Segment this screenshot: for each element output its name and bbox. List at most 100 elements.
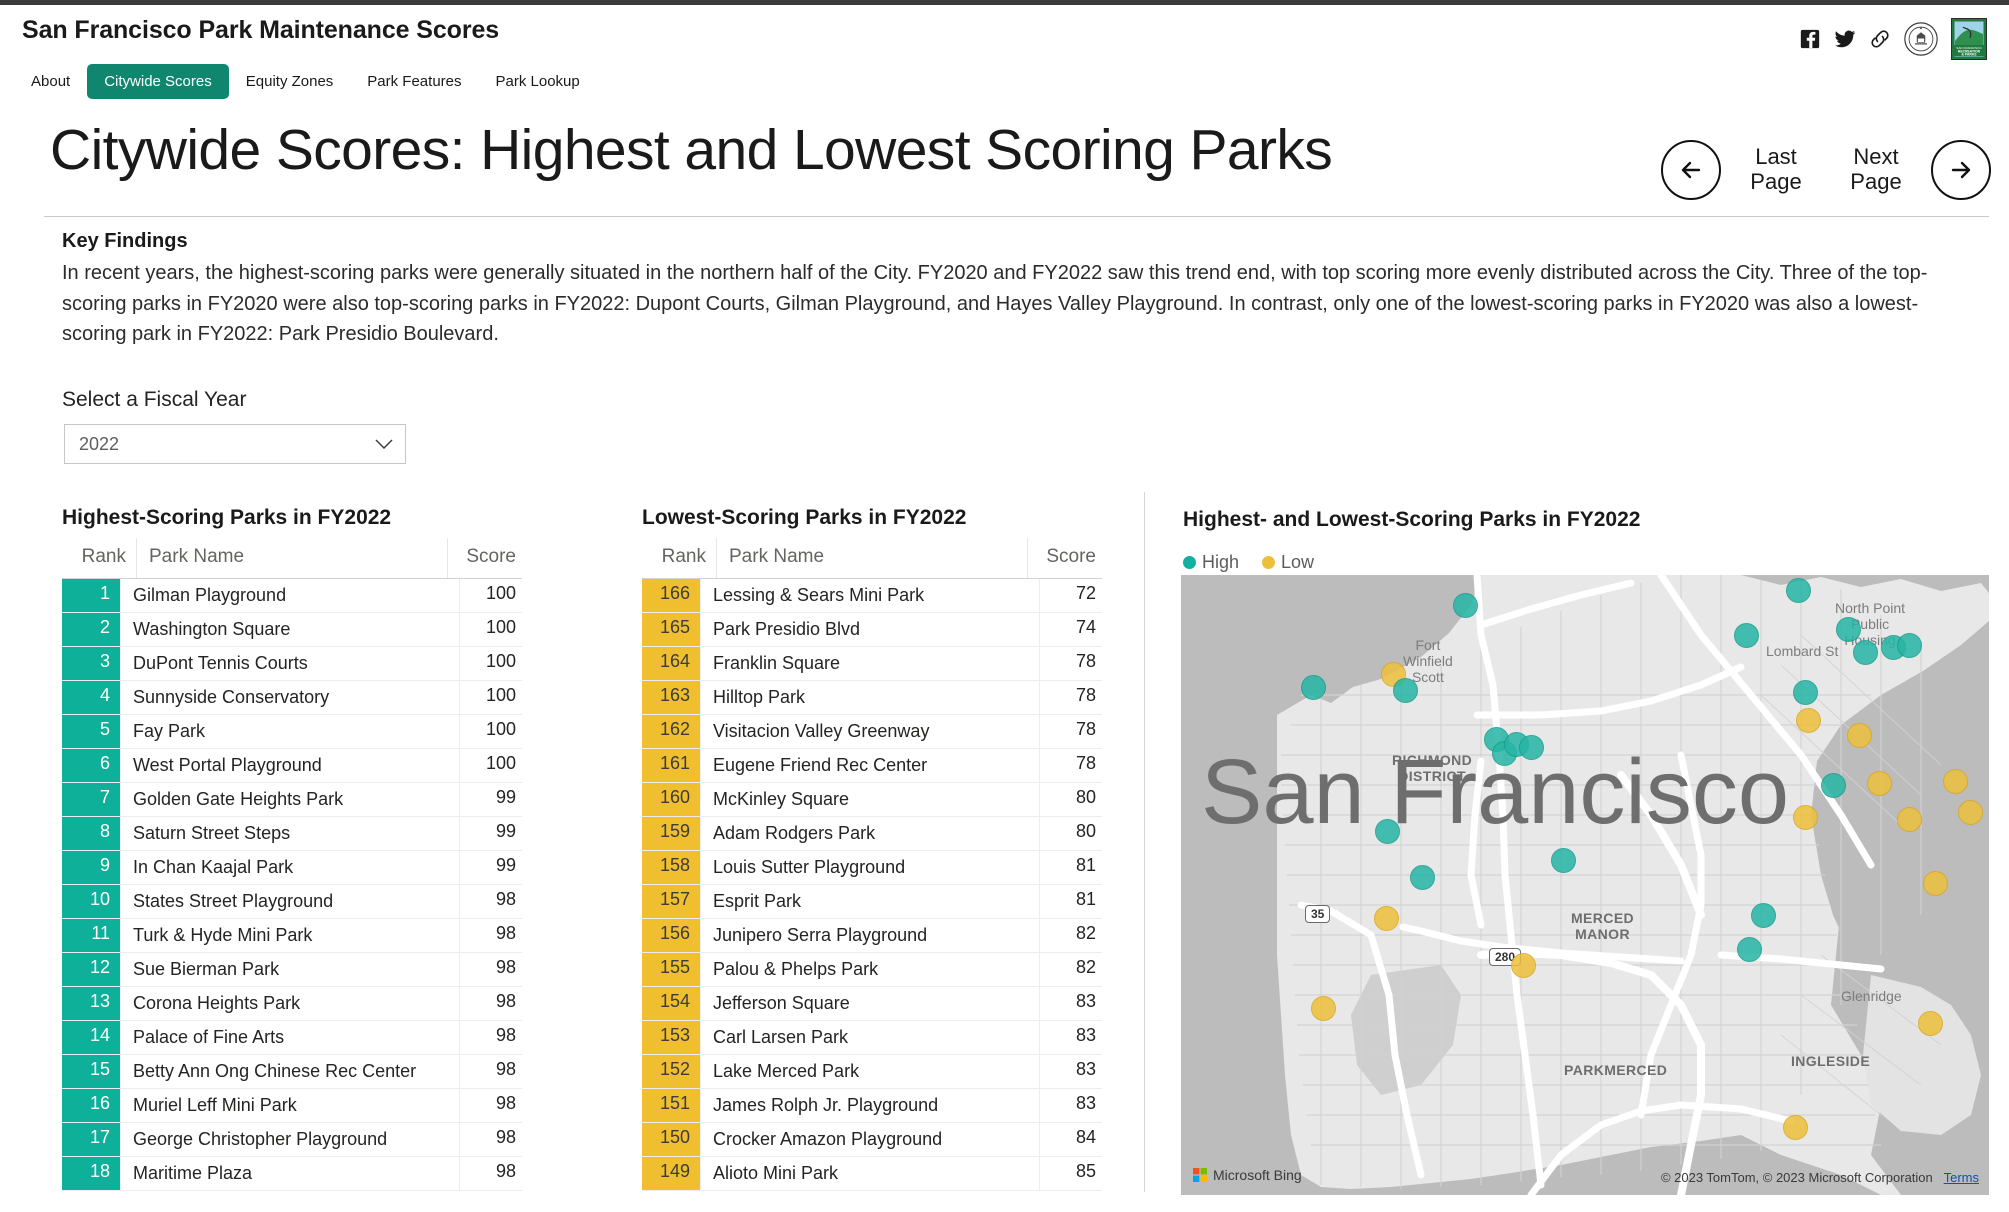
cell-rank: 153 — [642, 1021, 700, 1054]
table-row[interactable]: 7 Golden Gate Heights Park 99 — [62, 783, 522, 817]
map-marker-low[interactable] — [1897, 807, 1922, 832]
table-row[interactable]: 163 Hilltop Park 78 — [642, 681, 1102, 715]
nav-item-citywide-scores[interactable]: Citywide Scores — [87, 64, 229, 99]
map-marker-high[interactable] — [1853, 640, 1878, 665]
nav-item-about[interactable]: About — [14, 64, 87, 99]
map-marker-high[interactable] — [1821, 773, 1846, 798]
column-header-score[interactable]: Score — [1028, 538, 1102, 578]
table-row[interactable]: 4 Sunnyside Conservatory 100 — [62, 681, 522, 715]
legend-label-low[interactable]: Low — [1281, 552, 1314, 573]
table-row[interactable]: 151 James Rolph Jr. Playground 83 — [642, 1089, 1102, 1123]
nav-item-park-lookup[interactable]: Park Lookup — [479, 64, 597, 99]
map-marker-high[interactable] — [1786, 578, 1811, 603]
map-marker-low[interactable] — [1796, 708, 1821, 733]
map-marker-low[interactable] — [1793, 805, 1818, 830]
table-row[interactable]: 12 Sue Bierman Park 98 — [62, 953, 522, 987]
map-terms-link[interactable]: Terms — [1944, 1170, 1979, 1185]
table-row[interactable]: 5 Fay Park 100 — [62, 715, 522, 749]
map-marker-high[interactable] — [1751, 903, 1776, 928]
cell-score: 81 — [1075, 889, 1096, 909]
map-marker-high[interactable] — [1375, 819, 1400, 844]
table-row[interactable]: 155 Palou & Phelps Park 82 — [642, 953, 1102, 987]
map-marker-high[interactable] — [1836, 617, 1861, 642]
table-row[interactable]: 6 West Portal Playground 100 — [62, 749, 522, 783]
table-row[interactable]: 3 DuPont Tennis Courts 100 — [62, 647, 522, 681]
map-marker-high[interactable] — [1793, 680, 1818, 705]
map-marker-low[interactable] — [1943, 769, 1968, 794]
column-header-rank[interactable]: Rank — [642, 538, 717, 578]
column-header-score[interactable]: Score — [448, 538, 522, 578]
fiscal-year-select[interactable]: 2022 — [64, 424, 406, 464]
map-marker-low[interactable] — [1311, 996, 1336, 1021]
table-row[interactable]: 14 Palace of Fine Arts 98 — [62, 1021, 522, 1055]
cell-park-name: Washington Square — [120, 613, 460, 646]
table-row[interactable]: 17 George Christopher Playground 98 — [62, 1123, 522, 1157]
highest-table-title: Highest-Scoring Parks in FY2022 — [62, 506, 392, 529]
twitter-icon[interactable] — [1834, 28, 1856, 50]
map-marker-low[interactable] — [1918, 1011, 1943, 1036]
map-marker-low[interactable] — [1847, 723, 1872, 748]
cell-score: 80 — [1075, 787, 1096, 807]
map-marker-low[interactable] — [1867, 771, 1892, 796]
cell-park-name: In Chan Kaajal Park — [120, 851, 460, 884]
nav-item-park-features[interactable]: Park Features — [350, 64, 478, 99]
facebook-icon[interactable] — [1799, 28, 1821, 50]
column-header-park-name[interactable]: Park Name — [137, 538, 448, 578]
next-page-button[interactable] — [1931, 140, 1991, 200]
table-row[interactable]: 162 Visitacion Valley Greenway 78 — [642, 715, 1102, 749]
map-marker-low[interactable] — [1958, 800, 1983, 825]
cell-park-name: Golden Gate Heights Park — [120, 783, 460, 816]
table-row[interactable]: 157 Esprit Park 81 — [642, 885, 1102, 919]
table-row[interactable]: 164 Franklin Square 78 — [642, 647, 1102, 681]
map-marker-high[interactable] — [1519, 735, 1544, 760]
cell-score: 83 — [1075, 1025, 1096, 1045]
parks-map[interactable]: San Francisco Fort Winfield Scott North Poi… — [1181, 575, 1989, 1195]
link-icon[interactable] — [1869, 28, 1891, 50]
map-marker-low[interactable] — [1511, 953, 1536, 978]
table-row[interactable]: 160 McKinley Square 80 — [642, 783, 1102, 817]
map-marker-high[interactable] — [1410, 865, 1435, 890]
map-marker-high[interactable] — [1301, 675, 1326, 700]
cell-park-name: Sue Bierman Park — [120, 953, 460, 986]
table-row[interactable]: 2 Washington Square 100 — [62, 613, 522, 647]
table-row[interactable]: 165 Park Presidio Blvd 74 — [642, 613, 1102, 647]
cell-rank: 12 — [62, 953, 120, 986]
table-row[interactable]: 11 Turk & Hyde Mini Park 98 — [62, 919, 522, 953]
table-row[interactable]: 13 Corona Heights Park 98 — [62, 987, 522, 1021]
table-row[interactable]: 150 Crocker Amazon Playground 84 — [642, 1123, 1102, 1157]
table-row[interactable]: 18 Maritime Plaza 98 — [62, 1157, 522, 1191]
table-row[interactable]: 161 Eugene Friend Rec Center 78 — [642, 749, 1102, 783]
cell-rank: 1 — [62, 579, 120, 612]
table-row[interactable]: 158 Louis Sutter Playground 81 — [642, 851, 1102, 885]
legend-label-high[interactable]: High — [1202, 552, 1239, 573]
cell-park-name: Esprit Park — [700, 885, 1040, 918]
table-row[interactable]: 10 States Street Playground 98 — [62, 885, 522, 919]
map-marker-high[interactable] — [1453, 593, 1478, 618]
table-row[interactable]: 154 Jefferson Square 83 — [642, 987, 1102, 1021]
table-row[interactable]: 153 Carl Larsen Park 83 — [642, 1021, 1102, 1055]
map-marker-high[interactable] — [1551, 848, 1576, 873]
map-marker-low[interactable] — [1923, 871, 1948, 896]
table-row[interactable]: 15 Betty Ann Ong Chinese Rec Center 98 — [62, 1055, 522, 1089]
table-row[interactable]: 166 Lessing & Sears Mini Park 72 — [642, 579, 1102, 613]
map-marker-low[interactable] — [1783, 1115, 1808, 1140]
map-marker-high[interactable] — [1393, 678, 1418, 703]
table-row[interactable]: 152 Lake Merced Park 83 — [642, 1055, 1102, 1089]
nav-item-equity-zones[interactable]: Equity Zones — [229, 64, 351, 99]
map-marker-high[interactable] — [1734, 623, 1759, 648]
map-marker-high[interactable] — [1897, 633, 1922, 658]
table-row[interactable]: 1 Gilman Playground 100 — [62, 579, 522, 613]
cell-park-name: Saturn Street Steps — [120, 817, 460, 850]
table-row[interactable]: 159 Adam Rodgers Park 80 — [642, 817, 1102, 851]
column-header-rank[interactable]: Rank — [62, 538, 137, 578]
table-row[interactable]: 149 Alioto Mini Park 85 — [642, 1157, 1102, 1191]
map-marker-low[interactable] — [1374, 906, 1399, 931]
table-row[interactable]: 16 Muriel Leff Mini Park 98 — [62, 1089, 522, 1123]
map-marker-high[interactable] — [1737, 937, 1762, 962]
cell-score: 100 — [485, 651, 516, 671]
column-header-park-name[interactable]: Park Name — [717, 538, 1028, 578]
table-row[interactable]: 9 In Chan Kaajal Park 99 — [62, 851, 522, 885]
table-row[interactable]: 156 Junipero Serra Playground 82 — [642, 919, 1102, 953]
table-row[interactable]: 8 Saturn Street Steps 99 — [62, 817, 522, 851]
last-page-button[interactable] — [1661, 140, 1721, 200]
